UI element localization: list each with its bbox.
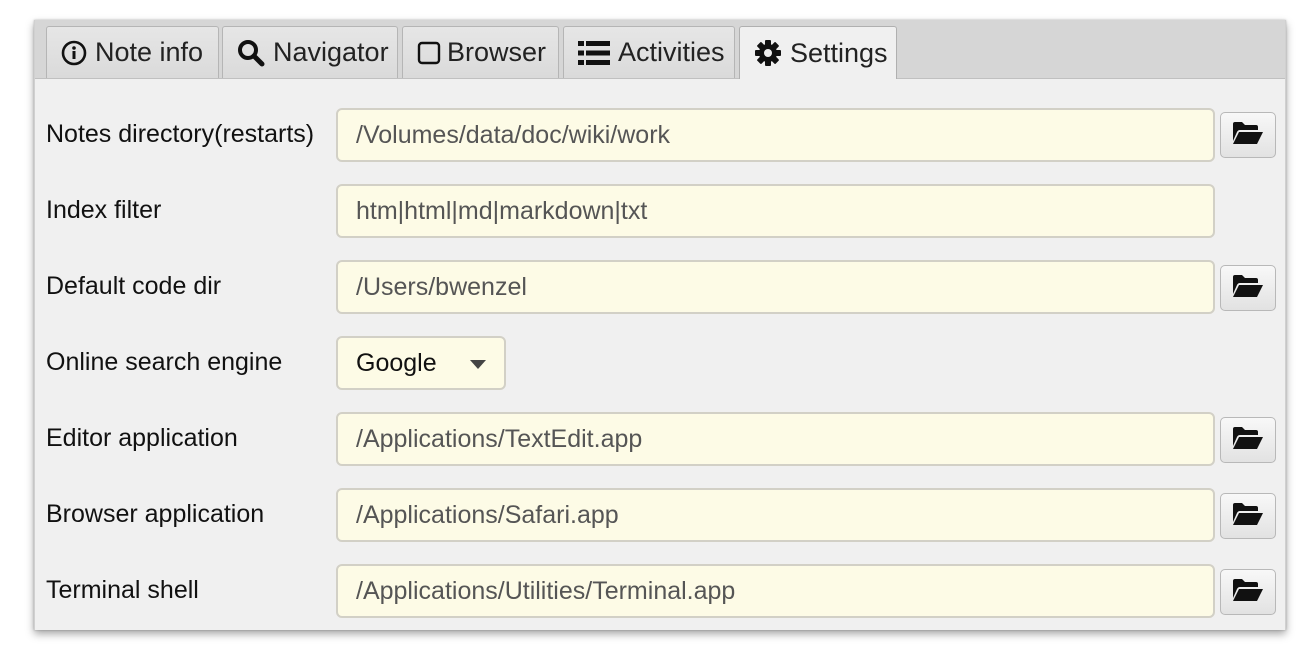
tab-note-info[interactable]: Note info bbox=[46, 26, 219, 78]
tab-label: Settings bbox=[790, 37, 888, 68]
editor-application-label: Editor application bbox=[46, 424, 238, 452]
square-icon bbox=[417, 41, 441, 65]
tab-navigator[interactable]: Navigator bbox=[222, 26, 398, 78]
tab-settings[interactable]: Settings bbox=[739, 26, 897, 79]
folder-open-icon bbox=[1232, 578, 1264, 607]
folder-open-icon bbox=[1232, 426, 1264, 455]
terminal-shell-field[interactable] bbox=[336, 564, 1215, 618]
default-code-dir-browse-button[interactable] bbox=[1220, 265, 1276, 311]
search-engine-select[interactable]: Google bbox=[336, 336, 506, 390]
gear-icon bbox=[754, 39, 782, 67]
browser-application-browse-button[interactable] bbox=[1220, 493, 1276, 539]
tab-label: Navigator bbox=[273, 37, 389, 67]
search-engine-label: Online search engine bbox=[46, 348, 283, 376]
notes-directory-label: Notes directory(restarts) bbox=[46, 120, 315, 148]
tab-label: Note info bbox=[95, 37, 204, 67]
tab-activities[interactable]: Activities bbox=[563, 26, 735, 78]
search-engine-value: Google bbox=[356, 348, 437, 377]
editor-application-field[interactable] bbox=[336, 412, 1215, 466]
folder-open-icon bbox=[1232, 502, 1264, 531]
list-icon bbox=[578, 40, 610, 66]
browser-application-field[interactable] bbox=[336, 488, 1215, 542]
notes-directory-field[interactable] bbox=[336, 108, 1215, 162]
tab-browser[interactable]: Browser bbox=[402, 26, 559, 78]
info-circle-icon bbox=[61, 40, 87, 66]
terminal-shell-browse-button[interactable] bbox=[1220, 569, 1276, 615]
terminal-shell-label: Terminal shell bbox=[46, 576, 199, 604]
tab-label: Activities bbox=[618, 37, 725, 67]
settings-window: Note info Navigator Browser Activities S… bbox=[34, 20, 1286, 630]
index-filter-field[interactable] bbox=[336, 184, 1215, 238]
editor-application-browse-button[interactable] bbox=[1220, 417, 1276, 463]
tab-bar: Note info Navigator Browser Activities S… bbox=[35, 20, 1285, 79]
chevron-down-icon bbox=[470, 360, 486, 369]
index-filter-label: Index filter bbox=[46, 196, 162, 224]
tab-label: Browser bbox=[447, 37, 547, 67]
folder-open-icon bbox=[1232, 274, 1264, 303]
default-code-dir-field[interactable] bbox=[336, 260, 1215, 314]
folder-open-icon bbox=[1232, 121, 1264, 150]
search-icon bbox=[237, 39, 265, 67]
browser-application-label: Browser application bbox=[46, 500, 265, 528]
notes-directory-browse-button[interactable] bbox=[1220, 112, 1276, 158]
default-code-dir-label: Default code dir bbox=[46, 272, 222, 300]
